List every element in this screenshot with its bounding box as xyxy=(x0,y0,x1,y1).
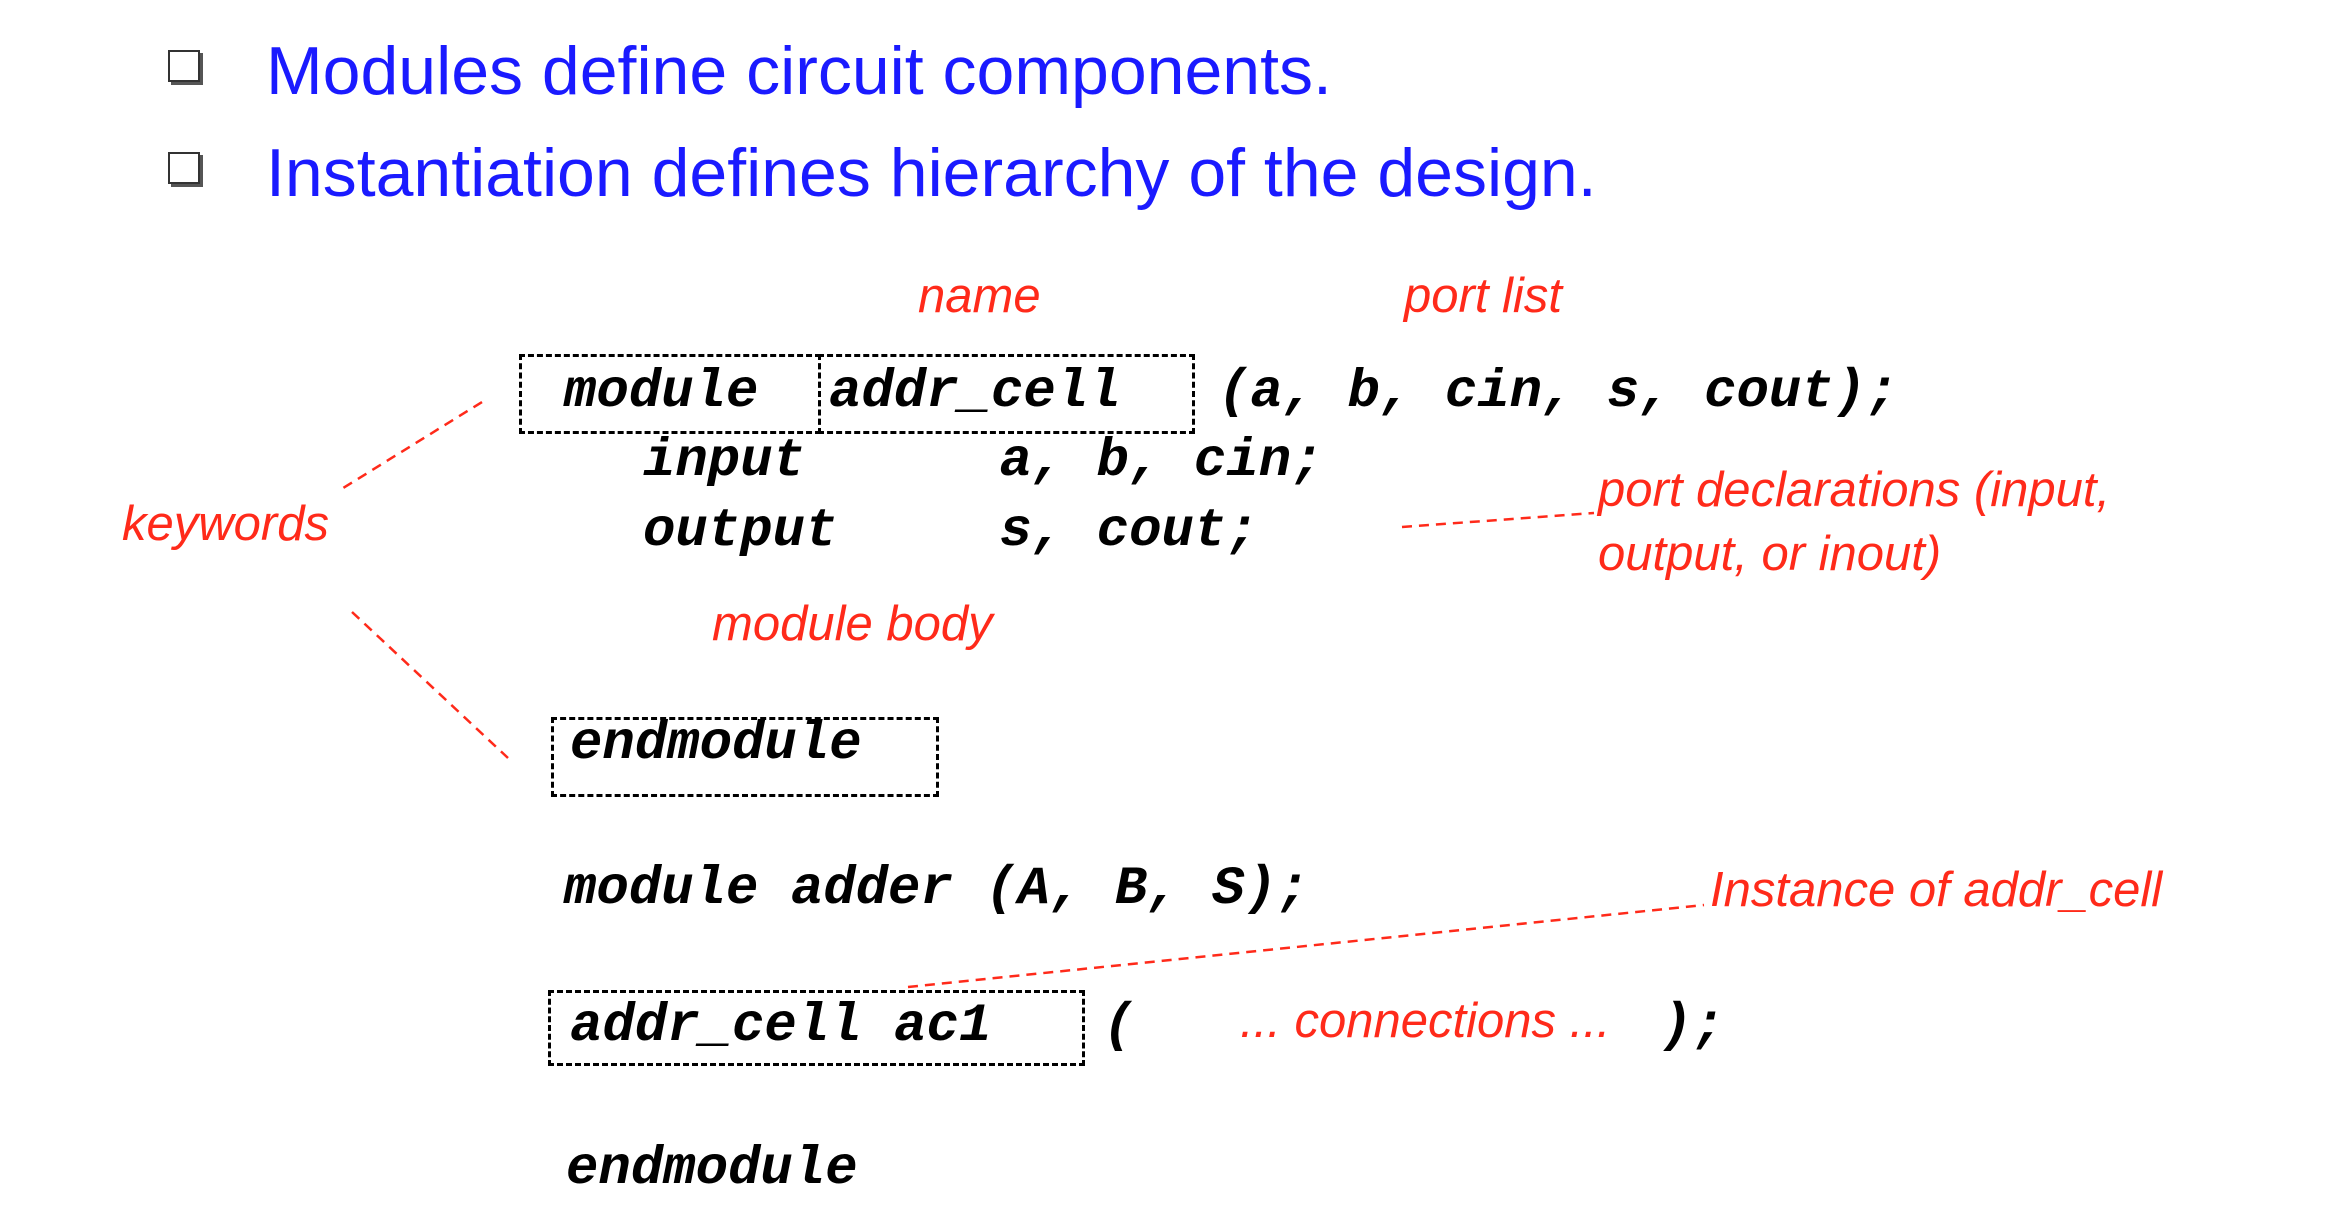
annotation-connections: ... connections ... xyxy=(1240,994,1611,1048)
annotation-port-list: port list xyxy=(1404,269,1562,323)
code-close-paren: ); xyxy=(1660,996,1725,1057)
dashed-box-endmodule xyxy=(551,717,939,797)
dashed-box-instance xyxy=(548,990,1085,1066)
annotation-port-declarations-line1: port declarations (input, xyxy=(1598,463,2111,517)
code-adder-module-line: module adder (A, B, S); xyxy=(564,859,1310,920)
annotation-port-declarations-line2: output, or inout) xyxy=(1598,527,1942,581)
annotation-name: name xyxy=(918,269,1041,323)
code-open-paren: ( xyxy=(1103,996,1136,1057)
annotation-instance-of: Instance of addr_cell xyxy=(1710,863,2163,917)
dashed-box-cell-name xyxy=(818,354,1195,434)
code-input-declaration: input a, b, cin; xyxy=(643,431,1324,492)
annotation-leader-lines xyxy=(339,400,1705,989)
annotation-keywords: keywords xyxy=(122,497,329,551)
code-port-list: (a, b, cin, s, cout); xyxy=(1218,362,1899,423)
dashed-box-module-keyword xyxy=(519,354,821,434)
code-output-declaration: output s, cout; xyxy=(643,501,1259,562)
annotation-module-body: module body xyxy=(712,597,993,651)
code-endmodule-2: endmodule xyxy=(566,1139,858,1200)
